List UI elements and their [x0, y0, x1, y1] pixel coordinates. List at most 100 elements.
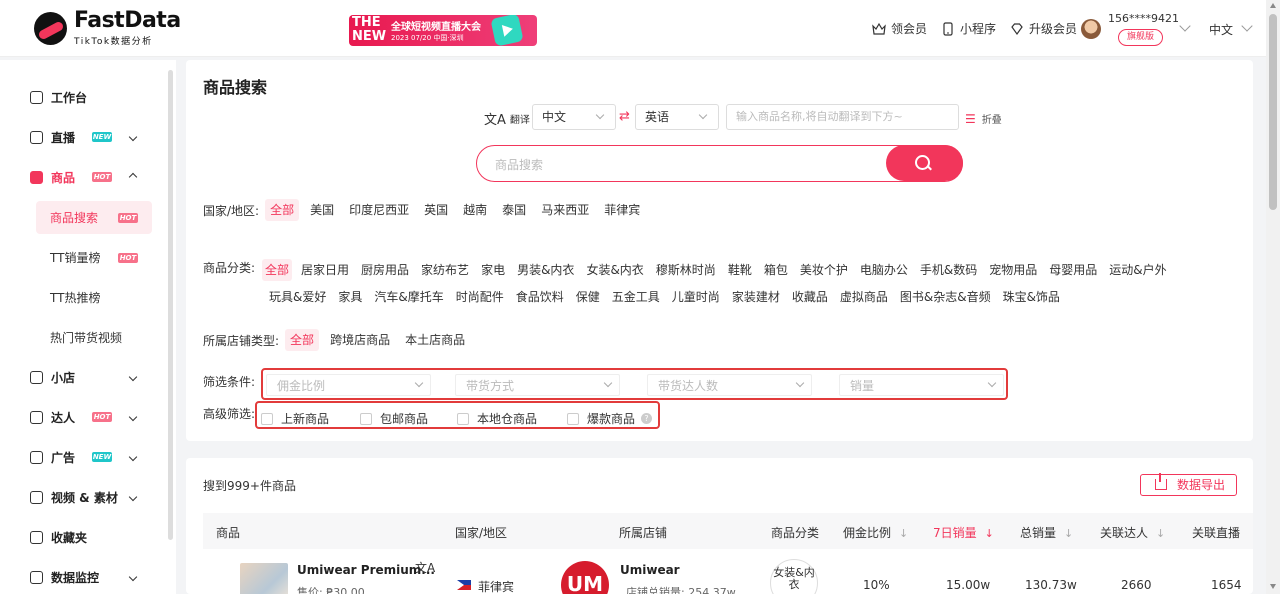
category-chip[interactable]: 运动&户外	[1106, 259, 1169, 281]
category-chip[interactable]: 穆斯林时尚	[653, 259, 719, 281]
region-chip[interactable]: 越南	[459, 199, 491, 221]
col-7day-sales[interactable]: 7日销量 ↓	[933, 524, 994, 541]
sidebar-subitem-hot-videos[interactable]: 热门带货视频	[36, 321, 152, 354]
chevron-down-icon[interactable]	[128, 492, 138, 502]
fold-button[interactable]: ☰ 折叠	[965, 111, 1002, 127]
chevron-up-icon[interactable]	[128, 172, 138, 182]
swap-language-icon[interactable]: ⇄	[619, 109, 630, 124]
category-chip[interactable]: 时尚配件	[453, 286, 507, 308]
language-selector[interactable]: 中文	[1209, 21, 1233, 38]
mini-program-link[interactable]: 小程序	[941, 20, 996, 37]
sidebar-item-live[interactable]: 直播 NEW	[0, 120, 165, 154]
category-chip[interactable]: 全部	[262, 259, 293, 281]
category-chip[interactable]: 收藏品	[789, 286, 831, 308]
category-chip[interactable]: 鞋靴	[725, 259, 755, 281]
category-chip[interactable]: 家具	[335, 286, 365, 308]
table-row[interactable]: Umiwear Premium... 文A 售价: ₱30.00 菲律宾 UM …	[203, 549, 1253, 594]
chevron-down-icon[interactable]	[1179, 20, 1191, 32]
sidebar-item-favorites[interactable]: 收藏夹	[0, 520, 165, 554]
col-total-sales[interactable]: 总销量 ↓	[1020, 524, 1073, 541]
commission-select[interactable]: 佣金比例	[266, 374, 431, 396]
search-input[interactable]: 商品搜索	[476, 145, 963, 182]
category-chip[interactable]: 儿童时尚	[669, 286, 723, 308]
sales-method-select[interactable]: 带货方式	[455, 374, 620, 396]
sidebar-item-monitor[interactable]: 数据监控	[0, 560, 165, 594]
free-shipping-checkbox[interactable]: 包邮商品	[360, 410, 428, 427]
help-icon[interactable]: ?	[641, 413, 653, 424]
region-chip[interactable]: 美国	[306, 199, 338, 221]
scrollbar-thumb[interactable]	[1269, 14, 1277, 210]
region-chip[interactable]: 印度尼西亚	[345, 199, 413, 221]
category-chip[interactable]: 电脑办公	[857, 259, 911, 281]
scroll-down-icon[interactable]	[1270, 584, 1276, 589]
category-chip[interactable]: 宠物用品	[986, 259, 1040, 281]
export-button[interactable]: 数据导出	[1140, 473, 1237, 496]
category-chip[interactable]: 玩具&爱好	[266, 286, 329, 308]
sidebar-scrollbar[interactable]	[168, 70, 173, 540]
sidebar-item-shop[interactable]: 小店	[0, 360, 165, 394]
category-chip[interactable]: 保健	[573, 286, 603, 308]
translate-icon[interactable]: 文A	[415, 559, 435, 576]
col-lives[interactable]: 关联直播	[1192, 524, 1240, 541]
scroll-up-icon[interactable]	[1270, 3, 1276, 8]
page-scrollbar[interactable]	[1266, 0, 1280, 594]
sidebar-item-products[interactable]: 商品 HOT	[0, 160, 165, 194]
sidebar-subitem-product-search[interactable]: 商品搜索 HOT	[36, 201, 152, 234]
region-chip[interactable]: 泰国	[498, 199, 530, 221]
shop-name[interactable]: Umiwear	[620, 563, 680, 577]
col-commission[interactable]: 佣金比例 ↓	[843, 524, 908, 541]
shop-type-chip[interactable]: 全部	[285, 329, 320, 351]
category-chip[interactable]: 汽车&摩托车	[371, 286, 446, 308]
translate-input[interactable]: 输入商品名称,将自动翻译到下方~	[726, 104, 959, 130]
category-chip[interactable]: 家装建材	[729, 286, 783, 308]
region-chip[interactable]: 英国	[420, 199, 452, 221]
upgrade-link[interactable]: 升级会员	[1010, 20, 1077, 37]
sales-select[interactable]: 销量	[839, 374, 1004, 396]
promo-banner[interactable]: THE NEW 全球短视频直播大会 2023 07/20 中国·深圳	[349, 15, 537, 46]
category-chip[interactable]: 男装&内衣	[514, 259, 577, 281]
chevron-down-icon[interactable]	[128, 372, 138, 382]
category-chip[interactable]: 家电	[478, 259, 508, 281]
category-chip[interactable]: 食品饮料	[513, 286, 567, 308]
category-chip[interactable]: 居家日用	[298, 259, 352, 281]
product-image[interactable]	[240, 563, 288, 594]
chevron-down-icon[interactable]	[128, 452, 138, 462]
sidebar-subitem-sales-rank[interactable]: TT销量榜 HOT	[36, 241, 152, 274]
category-chip[interactable]: 珠宝&饰品	[1000, 286, 1063, 308]
chevron-down-icon[interactable]	[128, 412, 138, 422]
region-chip[interactable]: 马来西亚	[537, 199, 593, 221]
sidebar-item-creators[interactable]: 达人 HOT	[0, 400, 165, 434]
category-chip[interactable]: 五金工具	[609, 286, 663, 308]
category-chip[interactable]: 母婴用品	[1046, 259, 1100, 281]
logo[interactable]: FastData TikTok数据分析	[34, 10, 181, 47]
region-chip[interactable]: 菲律宾	[600, 199, 644, 221]
region-chip[interactable]: 全部	[265, 199, 300, 221]
category-chip[interactable]: 手机&数码	[917, 259, 980, 281]
category-chip[interactable]: 虚拟商品	[837, 286, 891, 308]
target-language-select[interactable]: 英语	[635, 104, 719, 130]
shop-type-chip[interactable]: 跨境店商品	[326, 329, 394, 351]
chevron-down-icon[interactable]	[128, 572, 138, 582]
sidebar-subitem-hot-push[interactable]: TT热推榜	[36, 281, 152, 314]
sidebar-item-dashboard[interactable]: 工作台	[0, 80, 165, 114]
chevron-down-icon[interactable]	[1241, 20, 1253, 32]
shop-logo[interactable]: UM	[561, 561, 609, 594]
source-language-select[interactable]: 中文	[532, 104, 616, 130]
avatar[interactable]	[1081, 19, 1101, 39]
col-creators[interactable]: 关联达人 ↓	[1100, 524, 1165, 541]
category-chip[interactable]: 厨房用品	[358, 259, 412, 281]
sidebar-item-ads[interactable]: 广告 NEW	[0, 440, 165, 474]
creator-count-select[interactable]: 带货达人数	[647, 374, 812, 396]
search-button[interactable]	[886, 145, 963, 181]
category-chip[interactable]: 女装&内衣	[583, 259, 646, 281]
shop-type-chip[interactable]: 本土店商品	[401, 329, 469, 351]
member-link[interactable]: 领会员	[872, 20, 927, 37]
category-chip[interactable]: 美妆个护	[797, 259, 851, 281]
new-product-checkbox[interactable]: 上新商品	[261, 410, 329, 427]
hot-product-checkbox[interactable]: 爆款商品?	[567, 410, 653, 427]
local-warehouse-checkbox[interactable]: 本地仓商品	[457, 410, 537, 427]
sidebar-item-videos[interactable]: 视频 & 素材	[0, 480, 165, 514]
chevron-down-icon[interactable]	[128, 132, 138, 142]
category-chip[interactable]: 箱包	[761, 259, 791, 281]
category-chip[interactable]: 家纺布艺	[418, 259, 472, 281]
